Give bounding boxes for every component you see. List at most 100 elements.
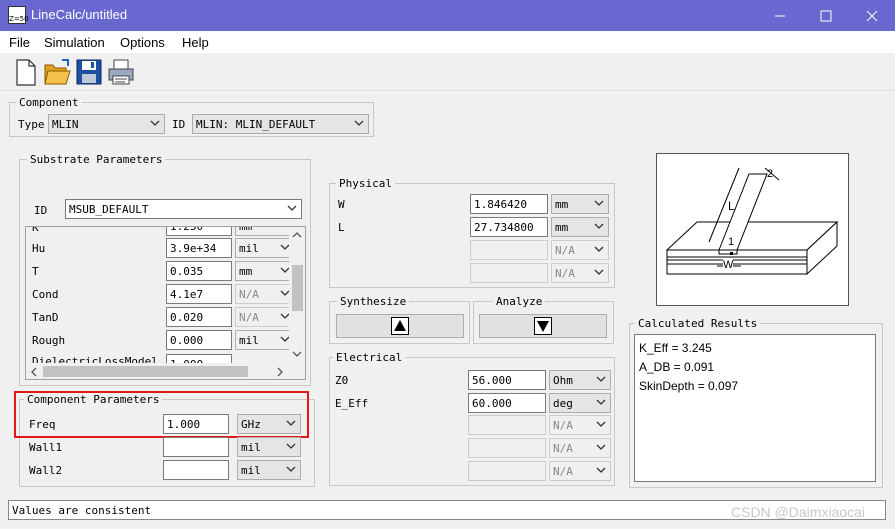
analyze-button[interactable] bbox=[479, 314, 607, 338]
component-param-unit-value: mil bbox=[241, 441, 261, 454]
physical-param-unit[interactable]: mm bbox=[551, 217, 609, 237]
substrate-row-value[interactable]: 0.020 bbox=[166, 307, 232, 327]
synthesize-button[interactable] bbox=[336, 314, 464, 338]
scroll-up-icon[interactable] bbox=[292, 231, 302, 239]
substrate-row-unit-value: N/A bbox=[239, 288, 259, 301]
physical-group-title: Physical bbox=[336, 177, 395, 190]
substrate-row-unit-value: mm bbox=[239, 265, 253, 278]
physical-param-unit[interactable]: mm bbox=[551, 194, 609, 214]
vertical-scroll-thumb[interactable] bbox=[292, 265, 303, 311]
scroll-down-icon[interactable] bbox=[292, 350, 302, 358]
electrical-param-value[interactable]: 60.000 bbox=[468, 393, 546, 413]
menu-options[interactable]: Options bbox=[120, 35, 165, 50]
substrate-row-value[interactable]: 3.9e+34 bbox=[166, 238, 232, 258]
window-title: LineCalc/untitled bbox=[31, 7, 128, 22]
chevron-down-icon bbox=[354, 120, 364, 126]
result-line: A_DB = 0.091 bbox=[639, 360, 715, 374]
diagram-label-l: L bbox=[728, 199, 735, 213]
minimize-icon bbox=[775, 15, 785, 16]
physical-param-value[interactable]: 27.734800 bbox=[470, 217, 548, 237]
physical-param-value[interactable]: 1.846420 bbox=[470, 194, 548, 214]
electrical-param-unit: N/A bbox=[549, 438, 611, 458]
diagram-label-w: W bbox=[723, 259, 734, 271]
substrate-id-select[interactable]: MSUB_DEFAULT bbox=[65, 199, 302, 219]
substrate-row-label: Hu bbox=[32, 242, 46, 255]
type-select-value: MLIN bbox=[52, 118, 79, 131]
component-id-select[interactable]: MLIN: MLIN_DEFAULT bbox=[192, 114, 369, 134]
chevron-down-icon bbox=[150, 120, 160, 126]
electrical-param-unit[interactable]: Ohm bbox=[549, 370, 611, 390]
component-param-value[interactable] bbox=[163, 437, 229, 457]
electrical-param-label: Z0 bbox=[335, 374, 349, 387]
status-text: Values are consistent bbox=[12, 504, 152, 517]
vertical-scrollbar[interactable] bbox=[289, 227, 305, 363]
substrate-row-unit-value: N/A bbox=[239, 311, 259, 324]
electrical-param-unit: N/A bbox=[549, 461, 611, 481]
substrate-row-unit[interactable]: mm bbox=[235, 227, 295, 236]
electrical-param-unit-value: N/A bbox=[553, 442, 573, 455]
component-param-unit[interactable]: mil bbox=[237, 437, 301, 457]
substrate-row-value[interactable]: 4.1e7 bbox=[166, 284, 232, 304]
substrate-row-value[interactable]: 1.230 bbox=[166, 227, 232, 236]
result-line: SkinDepth = 0.097 bbox=[639, 379, 739, 393]
menu-help[interactable]: Help bbox=[182, 35, 209, 50]
chevron-down-icon bbox=[287, 205, 297, 211]
component-param-value[interactable]: 1.000 bbox=[163, 414, 229, 434]
electrical-param-unit[interactable]: deg bbox=[549, 393, 611, 413]
component-param-unit[interactable]: GHz bbox=[237, 414, 301, 434]
scroll-left-icon[interactable] bbox=[30, 367, 38, 377]
physical-param-unit: N/A bbox=[551, 263, 609, 283]
substrate-row-value[interactable]: 0.000 bbox=[166, 330, 232, 350]
microstrip-diagram: L 2 1 W bbox=[656, 153, 849, 306]
substrate-row-label: K bbox=[32, 226, 39, 234]
electrical-group-title: Electrical bbox=[333, 351, 406, 364]
new-file-icon bbox=[16, 59, 36, 86]
title-bar: Z=50 LineCalc/untitled bbox=[0, 0, 895, 31]
menu-simulation[interactable]: Simulation bbox=[44, 35, 105, 50]
physical-param-label: W bbox=[338, 198, 345, 211]
result-line: K_Eff = 3.245 bbox=[639, 341, 712, 355]
horizontal-scroll-thumb[interactable] bbox=[43, 366, 248, 377]
substrate-row-value[interactable]: 0.035 bbox=[166, 261, 232, 281]
component-param-value[interactable] bbox=[163, 460, 229, 480]
chevron-down-icon bbox=[286, 466, 296, 472]
minimize-button[interactable] bbox=[757, 0, 803, 31]
component-group-title: Component bbox=[16, 96, 82, 109]
diagram-label-2: 2 bbox=[767, 168, 774, 180]
print-icon bbox=[108, 59, 134, 85]
substrate-row-unit-value: mil bbox=[239, 334, 259, 347]
close-button[interactable] bbox=[849, 0, 895, 31]
component-param-unit[interactable]: mil bbox=[237, 460, 301, 480]
save-button[interactable] bbox=[74, 57, 104, 87]
scroll-right-icon[interactable] bbox=[276, 367, 284, 377]
new-file-button[interactable] bbox=[10, 57, 40, 87]
substrate-row-label: Cond bbox=[32, 288, 59, 301]
maximize-button[interactable] bbox=[803, 0, 849, 31]
electrical-param-value[interactable]: 56.000 bbox=[468, 370, 546, 390]
electrical-param-unit-value: Ohm bbox=[553, 374, 573, 387]
type-select[interactable]: MLIN bbox=[48, 114, 165, 134]
results-box: K_Eff = 3.245 A_DB = 0.091 SkinDepth = 0… bbox=[634, 334, 876, 482]
component-param-unit-value: mil bbox=[241, 464, 261, 477]
analyze-title: Analyze bbox=[493, 295, 546, 308]
substrate-row-unit: N/A bbox=[235, 284, 295, 304]
open-folder-icon bbox=[44, 59, 71, 85]
electrical-param-value bbox=[468, 438, 546, 458]
substrate-row-unit[interactable]: mm bbox=[235, 261, 295, 281]
substrate-row-unit[interactable]: mil bbox=[235, 330, 295, 350]
print-button[interactable] bbox=[106, 57, 136, 87]
component-param-unit-value: GHz bbox=[241, 418, 261, 431]
horizontal-scrollbar[interactable] bbox=[26, 363, 289, 379]
chevron-down-icon bbox=[596, 399, 606, 405]
substrate-row-unit[interactable]: mil bbox=[235, 238, 295, 258]
substrate-id-label: ID bbox=[34, 204, 48, 217]
substrate-scroll-area[interactable]: K 1.230 mm Hu 3.9e+34 mil T 0.035 mm Cond … bbox=[25, 226, 306, 380]
menu-file[interactable]: File bbox=[9, 35, 30, 50]
physical-param-unit: N/A bbox=[551, 240, 609, 260]
arrow-down-icon bbox=[534, 317, 552, 335]
chevron-down-icon bbox=[594, 269, 604, 275]
substrate-row-label: TanD bbox=[32, 311, 59, 324]
component-id-value: MLIN: MLIN_DEFAULT bbox=[196, 118, 316, 131]
open-file-button[interactable] bbox=[42, 57, 72, 87]
physical-param-label: L bbox=[338, 221, 345, 234]
